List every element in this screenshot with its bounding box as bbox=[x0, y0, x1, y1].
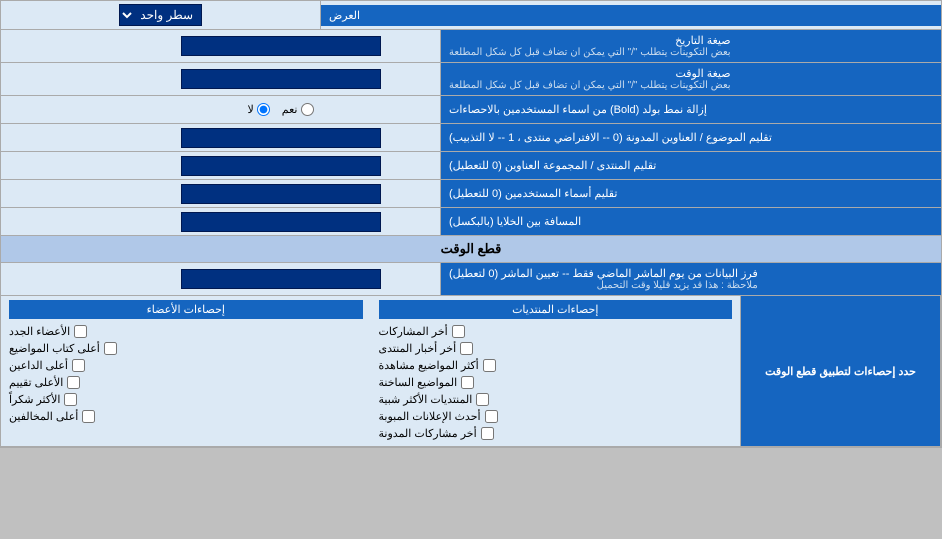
date-format-input[interactable]: d-m bbox=[181, 36, 381, 56]
display-mode-row: العرض سطر واحد عدة أسطر bbox=[1, 1, 941, 30]
username-limit-control: 0 bbox=[121, 180, 441, 207]
latest-ads-item: أحدث الإعلانات المبوبة bbox=[379, 408, 733, 425]
topic-limit-input[interactable]: 33 bbox=[181, 128, 381, 148]
last-forum-news-checkbox[interactable] bbox=[460, 342, 473, 355]
forum-stats-col: إحصاءات المنتديات أخر المشاركات أخر أخبا… bbox=[371, 296, 742, 446]
top-posters-main-item: أعلى الداعين bbox=[9, 357, 363, 374]
top-visitors-item: أعلى المخالفين bbox=[9, 408, 363, 425]
top-posters-main-checkbox[interactable] bbox=[72, 359, 85, 372]
member-stats-header: إحصاءات الأعضاء bbox=[9, 300, 363, 319]
forum-stats-header: إحصاءات المنتديات bbox=[379, 300, 733, 319]
cut-days-row: فرز البيانات من يوم الماشر الماضي فقط --… bbox=[1, 263, 941, 296]
top-raters-checkbox[interactable] bbox=[67, 376, 80, 389]
time-format-row: صيغة الوقت بعض التكوينات يتطلب "/" التي … bbox=[1, 63, 941, 96]
most-viewed-checkbox[interactable] bbox=[483, 359, 496, 372]
new-members-item: الأعضاء الجدد bbox=[9, 323, 363, 340]
bold-removal-control: نعم لا bbox=[121, 96, 441, 123]
cell-padding-input[interactable]: 2 bbox=[181, 212, 381, 232]
forum-group-limit-row: تقليم المنتدى / المجموعة العناوين (0 للت… bbox=[1, 152, 941, 180]
display-mode-control: سطر واحد عدة أسطر bbox=[1, 1, 321, 29]
most-similar-item: المنتديات الأكثر شبية bbox=[379, 391, 733, 408]
top-posters-checkbox[interactable] bbox=[104, 342, 117, 355]
topic-limit-label: تقليم الموضوع / العناوين المدونة (0 -- ا… bbox=[441, 124, 941, 151]
last-noted-shares-item: أخر مشاركات المدونة bbox=[379, 425, 733, 442]
stats-section: حدد إحصاءات لتطبيق قطع الوقت إحصاءات الم… bbox=[1, 296, 941, 447]
display-mode-select[interactable]: سطر واحد عدة أسطر bbox=[119, 4, 202, 26]
bold-removal-label: إزالة نمط بولد (Bold) من اسماء المستخدمي… bbox=[441, 96, 941, 123]
last-topics-item: المواضيع الساخنة bbox=[379, 374, 733, 391]
member-stats-col: إحصاءات الأعضاء الأعضاء الجدد أعلى كتاب … bbox=[1, 296, 371, 446]
most-thanked-item: الأكثر شكراً bbox=[9, 391, 363, 408]
username-limit-row: تقليم أسماء المستخدمين (0 للتعطيل) 0 bbox=[1, 180, 941, 208]
most-thanked-checkbox[interactable] bbox=[64, 393, 77, 406]
bold-no-radio[interactable] bbox=[257, 103, 270, 116]
top-raters-item: الأعلى تقييم bbox=[9, 374, 363, 391]
username-limit-label: تقليم أسماء المستخدمين (0 للتعطيل) bbox=[441, 180, 941, 207]
topic-limit-row: تقليم الموضوع / العناوين المدونة (0 -- ا… bbox=[1, 124, 941, 152]
cut-days-label: فرز البيانات من يوم الماشر الماضي فقط --… bbox=[441, 263, 941, 295]
cut-time-section-header: قطع الوقت bbox=[1, 236, 941, 263]
time-format-label: صيغة الوقت بعض التكوينات يتطلب "/" التي … bbox=[441, 63, 941, 95]
cut-days-control: 0 bbox=[121, 263, 441, 295]
bold-removal-row: إزالة نمط بولد (Bold) من اسماء المستخدمي… bbox=[1, 96, 941, 124]
time-format-input[interactable]: H:i bbox=[181, 69, 381, 89]
cell-padding-label: المسافة بين الخلايا (بالبكسل) bbox=[441, 208, 941, 235]
cell-padding-row: المسافة بين الخلايا (بالبكسل) 2 bbox=[1, 208, 941, 236]
last-noted-shares-checkbox[interactable] bbox=[481, 427, 494, 440]
date-format-control: d-m bbox=[121, 30, 441, 62]
last-forum-news-item: أخر أخبار المنتدى bbox=[379, 340, 733, 357]
new-members-checkbox[interactable] bbox=[74, 325, 87, 338]
display-mode-label: العرض bbox=[321, 5, 941, 26]
last-shares-item: أخر المشاركات bbox=[379, 323, 733, 340]
bold-yes-radio[interactable] bbox=[301, 103, 314, 116]
most-viewed-item: أكثر المواضيع مشاهدة bbox=[379, 357, 733, 374]
main-container: العرض سطر واحد عدة أسطر صيغة التاريخ بعض… bbox=[0, 0, 942, 448]
bold-yes-label: نعم bbox=[282, 103, 314, 116]
time-format-control: H:i bbox=[121, 63, 441, 95]
top-posters-item: أعلى كتاب المواضيع bbox=[9, 340, 363, 357]
last-shares-checkbox[interactable] bbox=[452, 325, 465, 338]
date-format-label: صيغة التاريخ بعض التكوينات يتطلب "/" الت… bbox=[441, 30, 941, 62]
last-topics-checkbox[interactable] bbox=[461, 376, 474, 389]
forum-group-limit-input[interactable]: 33 bbox=[181, 156, 381, 176]
username-limit-input[interactable]: 0 bbox=[181, 184, 381, 204]
latest-ads-checkbox[interactable] bbox=[485, 410, 498, 423]
most-similar-checkbox[interactable] bbox=[476, 393, 489, 406]
cell-padding-control: 2 bbox=[121, 208, 441, 235]
stats-section-title-col: حدد إحصاءات لتطبيق قطع الوقت bbox=[741, 296, 941, 446]
cut-days-input[interactable]: 0 bbox=[181, 269, 381, 289]
date-format-row: صيغة التاريخ بعض التكوينات يتطلب "/" الت… bbox=[1, 30, 941, 63]
stats-grid: حدد إحصاءات لتطبيق قطع الوقت إحصاءات الم… bbox=[1, 296, 941, 446]
top-visitors-checkbox[interactable] bbox=[82, 410, 95, 423]
forum-group-limit-control: 33 bbox=[121, 152, 441, 179]
bold-no-label: لا bbox=[248, 103, 270, 116]
topic-limit-control: 33 bbox=[121, 124, 441, 151]
forum-group-limit-label: تقليم المنتدى / المجموعة العناوين (0 للت… bbox=[441, 152, 941, 179]
